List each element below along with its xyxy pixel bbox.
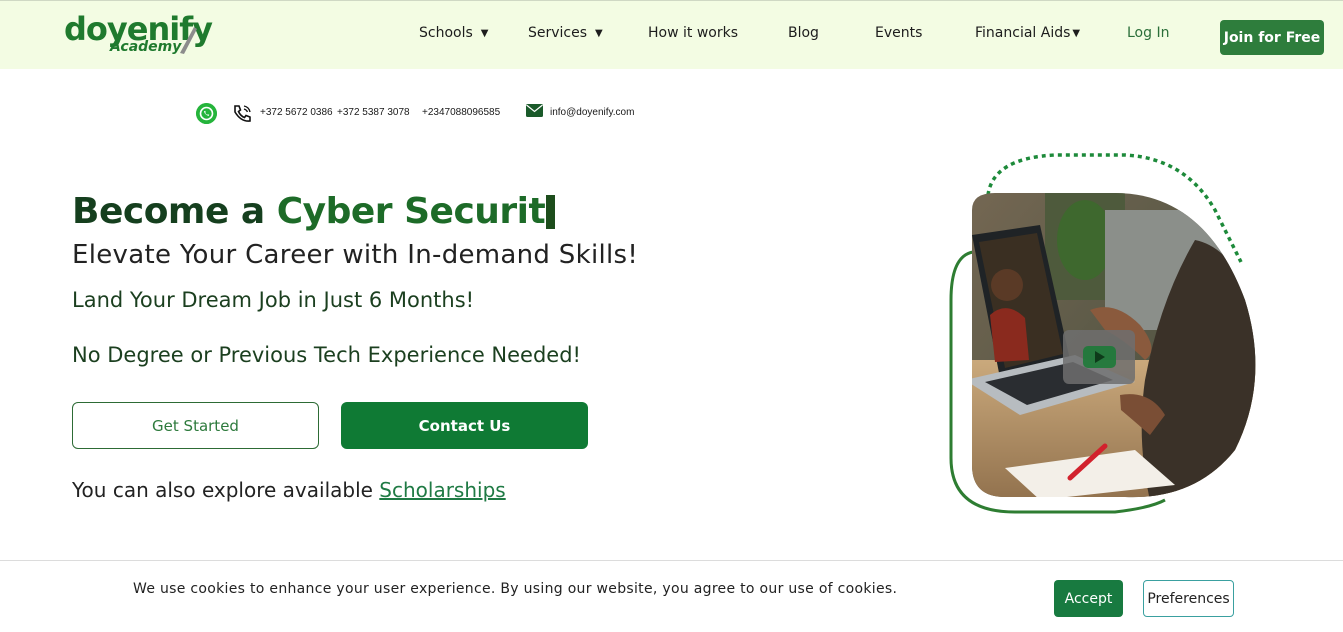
explore-scholarships-text: You can also explore available Scholarsh… [72, 478, 506, 502]
logo-swoosh-icon [180, 27, 197, 54]
hero-subtitle: Elevate Your Career with In-demand Skill… [72, 240, 639, 270]
chevron-down-icon: ▼ [1072, 28, 1081, 39]
hero-title: Become a Cyber Securit [72, 190, 556, 234]
hero-video-thumbnail[interactable] [945, 150, 1265, 520]
phone-icon [234, 105, 251, 122]
whatsapp-icon[interactable] [196, 103, 217, 124]
get-started-button[interactable]: Get Started [72, 402, 319, 449]
hero-title-prefix: Become a [72, 191, 265, 232]
hero-line-dream-job: Land Your Dream Job in Just 6 Months! [72, 288, 475, 312]
explore-prefix: You can also explore available [72, 478, 373, 502]
chevron-down-icon: ▼ [595, 28, 603, 39]
chevron-down-icon: ▼ [480, 28, 489, 39]
youtube-play-icon [1083, 346, 1116, 368]
nav-blog[interactable]: Blog [788, 23, 819, 43]
mail-icon [526, 104, 543, 117]
email-link[interactable]: info@doyenify.com [550, 107, 634, 118]
scholarships-link[interactable]: Scholarships [379, 478, 505, 502]
contact-info-row: +372 5672 0386 +372 5387 3078 +234708809… [0, 100, 700, 126]
top-navigation-bar: doyenify Academy Schools ▼ Services ▼ How … [0, 0, 1343, 69]
doyenify-logo[interactable]: doyenify Academy [64, 11, 213, 59]
nav-schools-label: Schools [419, 25, 473, 41]
join-for-free-button[interactable]: Join for Free [1220, 20, 1324, 55]
hero-image-frame [949, 153, 1256, 514]
nav-services[interactable]: Services ▼ [528, 23, 603, 44]
nav-financial-aids[interactable]: Financial Aids ▼ [975, 23, 1080, 44]
login-link[interactable]: Log In [1127, 23, 1169, 43]
nav-schools[interactable]: Schools ▼ [419, 23, 488, 44]
contact-us-button[interactable]: Contact Us [341, 402, 588, 449]
cookie-message: We use cookies to enhance your user expe… [133, 581, 898, 597]
typing-cursor [546, 195, 556, 229]
nav-services-label: Services [528, 25, 588, 41]
nav-how-it-works[interactable]: How it works [648, 23, 738, 43]
hero-title-typed: Cyber Securit [276, 191, 546, 232]
accept-cookies-button[interactable]: Accept [1054, 580, 1123, 617]
nav-financial-aids-label: Financial Aids [975, 25, 1071, 41]
phone-number-1[interactable]: +372 5672 0386 [260, 107, 333, 118]
logo-subtitle: Academy [110, 39, 182, 55]
hero-line-no-degree: No Degree or Previous Tech Experience Ne… [72, 343, 581, 367]
phone-number-3[interactable]: +2347088096585 [422, 107, 500, 118]
cookie-preferences-button[interactable]: Preferences [1143, 580, 1234, 617]
phone-number-2[interactable]: +372 5387 3078 [337, 107, 410, 118]
nav-events[interactable]: Events [875, 23, 922, 43]
cookie-consent-bar: We use cookies to enhance your user expe… [0, 560, 1343, 632]
